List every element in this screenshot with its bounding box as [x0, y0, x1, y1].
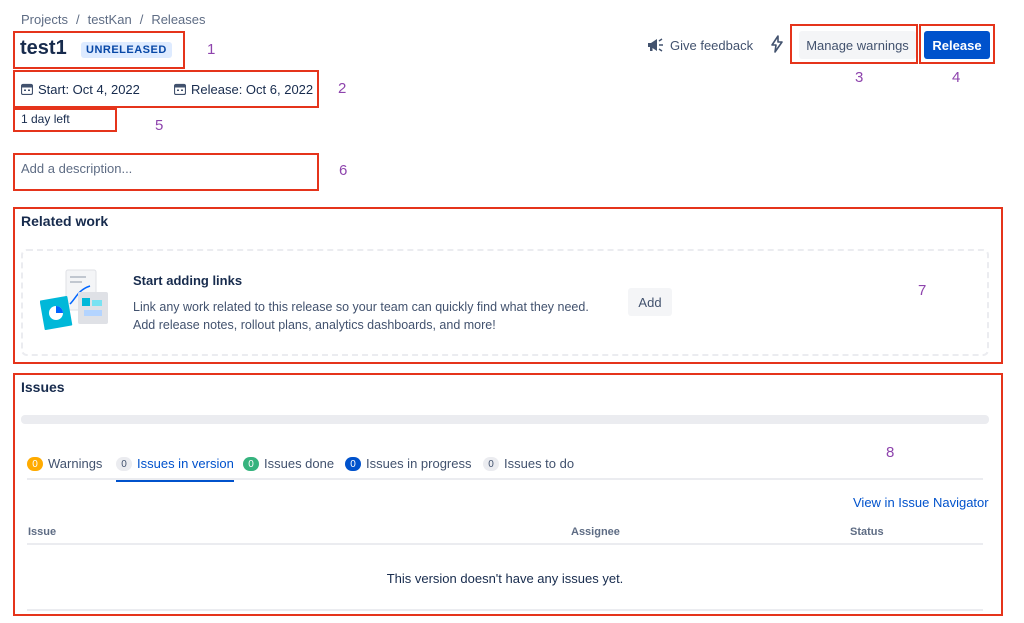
annotation-number: 1 — [207, 41, 216, 58]
annotation-number: 5 — [155, 117, 164, 134]
breadcrumb-project[interactable]: testKan — [88, 12, 132, 27]
annotation-number: 2 — [338, 80, 347, 97]
annotation-box-1 — [13, 31, 185, 69]
annotation-box-3 — [790, 24, 918, 64]
breadcrumb-separator: / — [139, 12, 144, 27]
annotation-box-8 — [13, 373, 1003, 616]
annotation-number: 3 — [855, 69, 864, 86]
breadcrumb: Projects / testKan / Releases — [21, 12, 206, 27]
give-feedback-button[interactable]: Give feedback — [646, 35, 753, 55]
megaphone-icon — [648, 38, 663, 52]
annotation-number: 4 — [952, 69, 961, 86]
breadcrumb-releases[interactable]: Releases — [151, 12, 205, 27]
annotation-box-5 — [13, 108, 117, 132]
lightning-icon[interactable] — [769, 35, 785, 53]
annotation-box-2 — [13, 70, 319, 108]
annotation-box-6 — [13, 153, 319, 191]
breadcrumb-projects[interactable]: Projects — [21, 12, 68, 27]
annotation-box-7 — [13, 207, 1003, 364]
breadcrumb-separator: / — [75, 12, 80, 27]
annotation-number: 8 — [886, 444, 895, 461]
give-feedback-label: Give feedback — [670, 37, 754, 53]
annotation-number: 7 — [918, 282, 927, 299]
annotation-box-4 — [919, 24, 995, 64]
annotation-number: 6 — [339, 162, 348, 179]
